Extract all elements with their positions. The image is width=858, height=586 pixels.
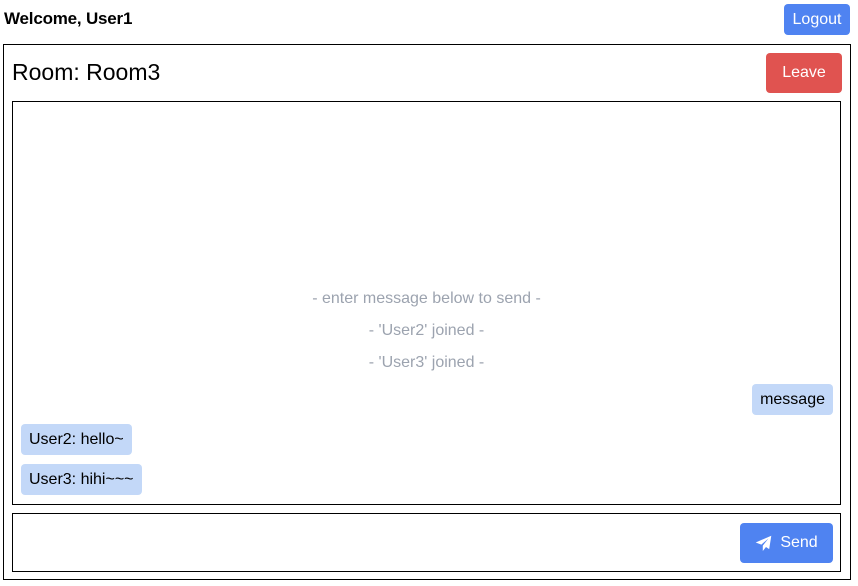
system-message: - 'User3' joined - [368, 354, 485, 371]
leave-button[interactable]: Leave [766, 53, 842, 93]
send-button[interactable]: Send [740, 523, 833, 563]
logout-button[interactable]: Logout [784, 4, 850, 35]
system-message: - enter message below to send - [312, 290, 541, 307]
paper-plane-icon [755, 535, 772, 552]
send-button-label: Send [780, 534, 818, 551]
message-composer: Send [12, 513, 841, 572]
room-title: Room: Room3 [12, 59, 161, 85]
system-message: - 'User2' joined - [368, 322, 485, 339]
room-panel: Room: Room3 Leave - enter message below … [3, 44, 851, 580]
own-message-bubble: message [752, 384, 833, 415]
welcome-text: Welcome, User1 [4, 9, 133, 28]
top-bar: Welcome, User1 Logout [0, 0, 858, 40]
message-input[interactable] [17, 522, 733, 562]
incoming-message-bubble: User2: hello~ [21, 424, 132, 455]
message-list[interactable]: - enter message below to send - - 'User2… [12, 101, 841, 505]
incoming-message-bubble: User3: hihi~~~ [21, 464, 142, 495]
